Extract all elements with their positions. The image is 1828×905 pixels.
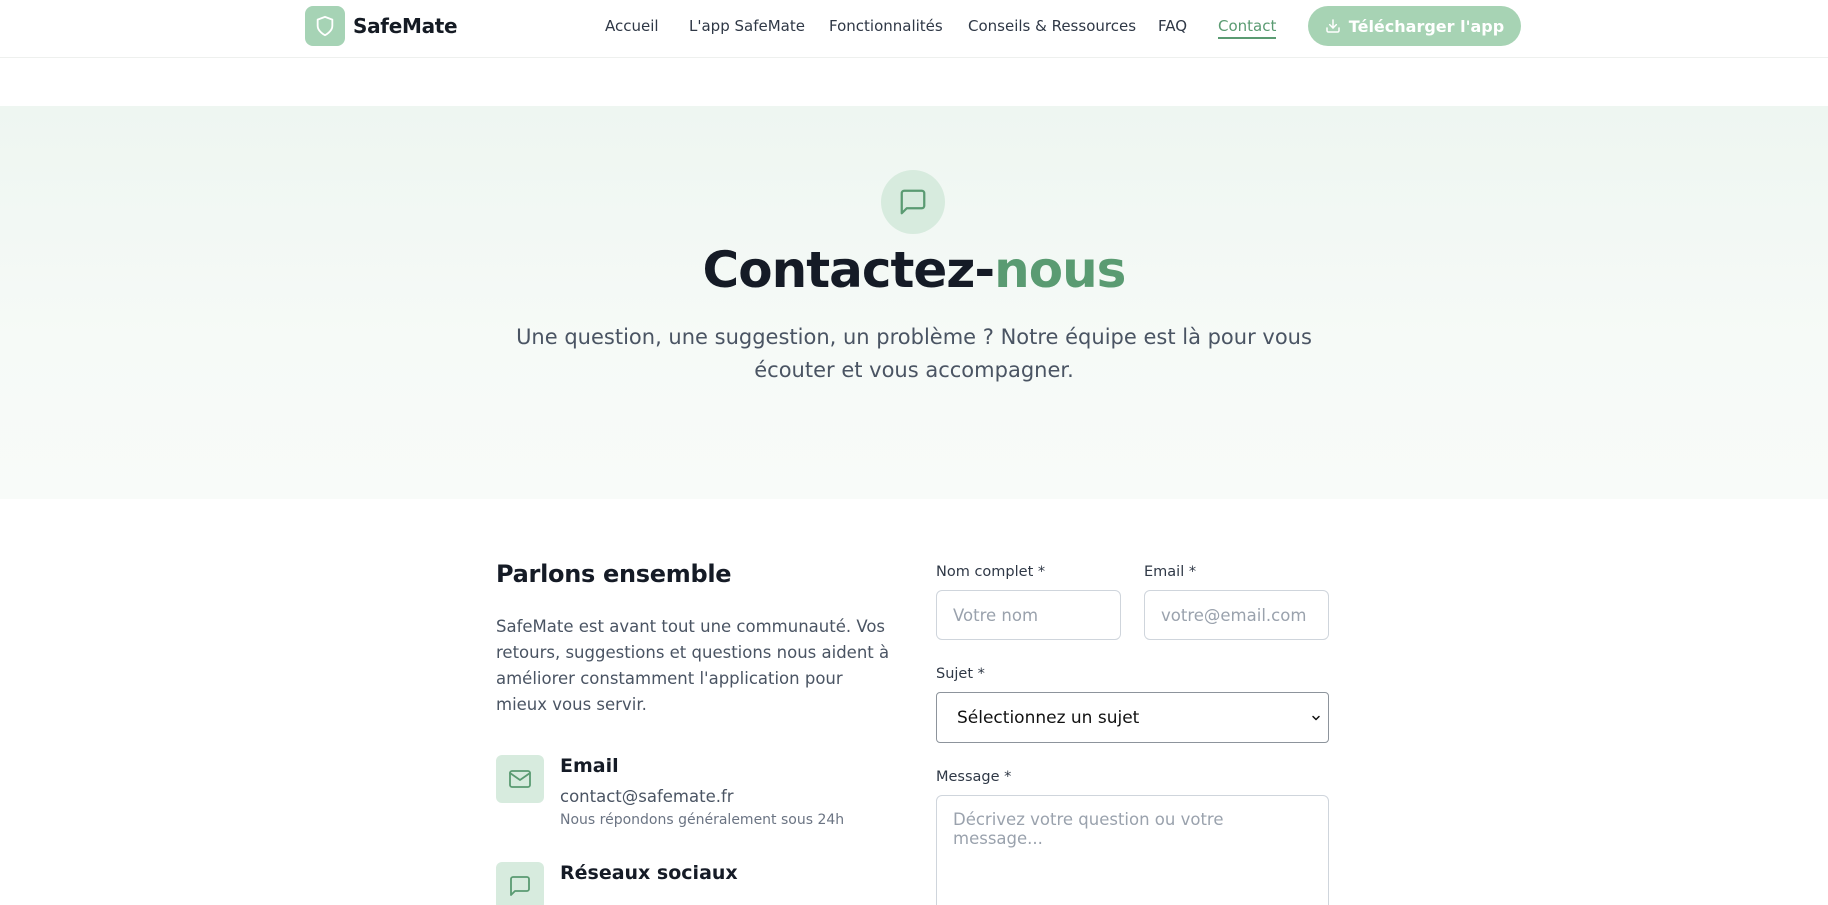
nav-item-contact[interactable]: Contact [1218, 17, 1277, 39]
nav-item-faq[interactable]: FAQ [1158, 17, 1187, 35]
site-header: SafeMate Accueil L'app SafeMate Fonction… [0, 0, 1828, 58]
hero-section: Contactez-nous Une question, une suggest… [0, 106, 1828, 499]
title-accent: nous [994, 241, 1126, 299]
nav-item-fonctionnalites[interactable]: Fonctionnalités [829, 17, 943, 35]
email-title: Email [560, 755, 619, 777]
download-app-label: Télécharger l'app [1348, 16, 1505, 36]
name-label: Nom complet * [936, 564, 1046, 580]
message-label: Message * [936, 769, 1012, 785]
message-textarea[interactable]: Décrivez votre question ou votre message… [936, 795, 1329, 905]
email-address[interactable]: contact@safemate.fr [560, 787, 844, 806]
info-intro: SafeMate est avant tout une communauté. … [496, 617, 890, 714]
email-label: Email * [1144, 564, 1197, 580]
social-contact: Réseaux sociaux [496, 862, 738, 905]
main-nav: Accueil L'app SafeMate Fonctionnalités C… [0, 0, 1828, 52]
nav-item-conseils[interactable]: Conseils & Ressources [968, 17, 1136, 35]
email-input[interactable]: votre@email.com [1144, 590, 1329, 640]
social-title: Réseaux sociaux [560, 862, 738, 884]
contact-info: Parlons ensemble SafeMate est avant tout… [496, 560, 896, 905]
mail-icon [496, 755, 544, 803]
email-response-note: Nous répondons généralement sous 24h [560, 812, 845, 828]
download-app-button[interactable]: Télécharger l'app [1308, 6, 1521, 46]
hero-subtitle: Une question, une suggestion, un problèm… [516, 325, 1312, 382]
page-title: Contactez-nous [0, 241, 1828, 299]
nav-item-accueil[interactable]: Accueil [605, 17, 659, 35]
subject-select[interactable]: Sélectionnez un sujet [936, 692, 1329, 743]
name-input[interactable]: Votre nom [936, 590, 1121, 640]
subject-select-value: Sélectionnez un sujet [957, 707, 1140, 728]
download-icon [1326, 19, 1340, 33]
subject-label: Sujet * [936, 666, 985, 682]
chevron-down-icon [1312, 715, 1320, 720]
email-contact: Email contact@safemate.fr Nous répondons… [496, 755, 844, 828]
message-square-icon [881, 170, 945, 234]
nav-item-app[interactable]: L'app SafeMate [689, 17, 805, 35]
info-heading: Parlons ensemble [496, 560, 732, 588]
message-square-icon [496, 862, 544, 905]
title-main: Contactez- [702, 241, 996, 299]
